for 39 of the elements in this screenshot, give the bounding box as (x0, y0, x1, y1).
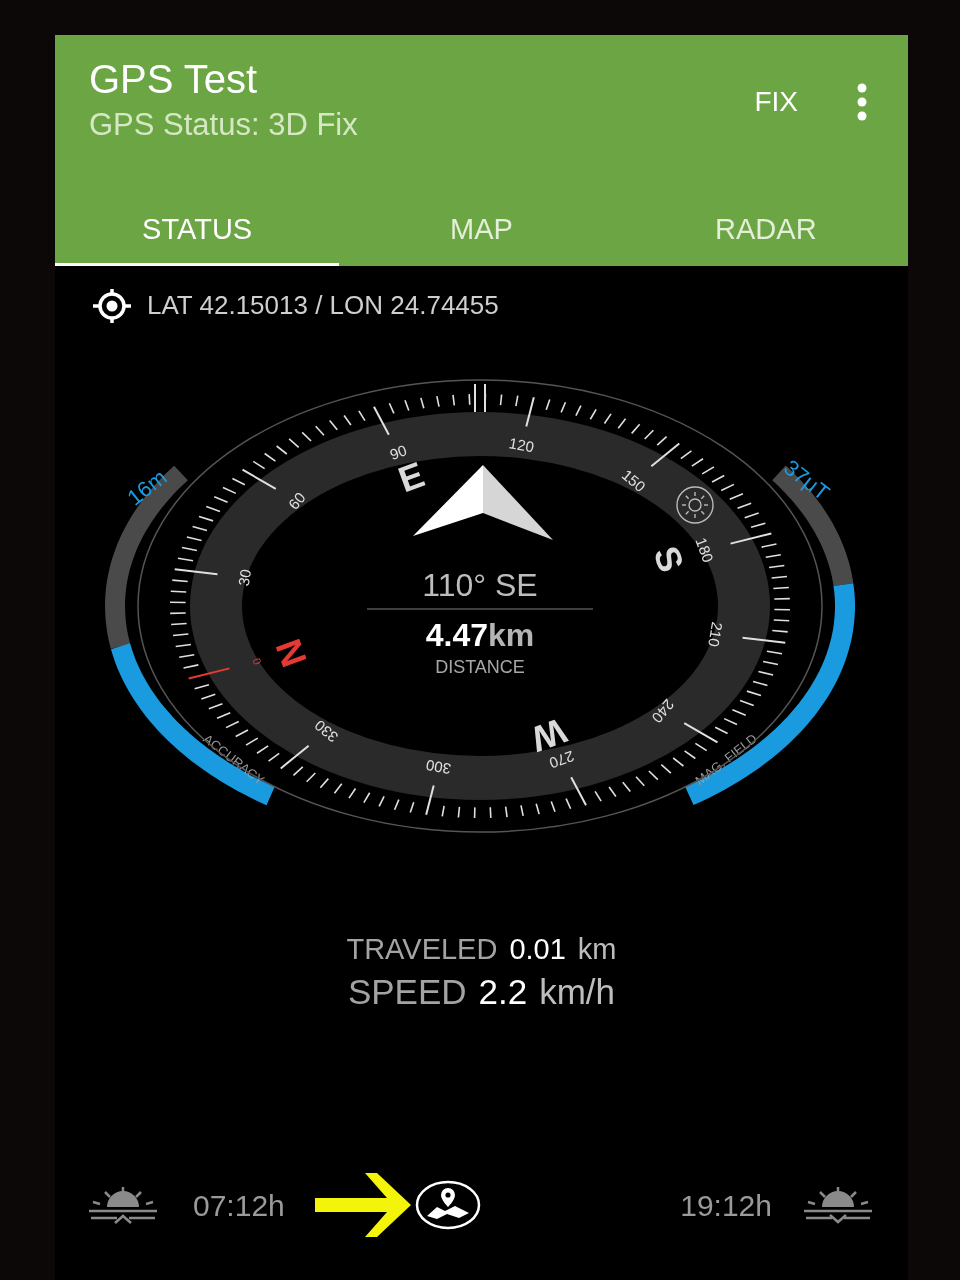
heading-reading: 110° SE (422, 567, 538, 603)
cardinal-letter: N (267, 633, 315, 673)
degree-label: 180 (692, 535, 718, 565)
degree-label: 300 (424, 756, 453, 778)
degree-label: 120 (507, 434, 536, 456)
degree-label: 30 (234, 567, 255, 588)
stat-label: TRAVELED (346, 935, 498, 964)
stat-unit: km (577, 935, 617, 964)
tab[interactable]: RADAR (623, 196, 908, 266)
sunset-icon (802, 1185, 874, 1225)
degree-label: 90 (387, 441, 409, 463)
coordinates: LAT 42.15013 / LON 24.74455 (147, 289, 499, 322)
sunrise-icon (87, 1185, 159, 1225)
degree-label: 150 (618, 466, 649, 496)
stat-unit: km/h (539, 974, 616, 1009)
map-pin-icon[interactable] (414, 1180, 481, 1230)
distance-reading: 4.47km (425, 617, 535, 653)
cardinal-letter: S (645, 540, 693, 578)
stat-value: 0.01 (509, 935, 566, 964)
distance-label: DISTANCE (435, 657, 525, 677)
tab[interactable]: STATUS (55, 196, 340, 266)
app-title: GPS Test (89, 56, 259, 103)
stat-label: SPEED (347, 974, 467, 1009)
location-icon (91, 288, 133, 323)
accuracy-reading: 16m (122, 464, 172, 511)
more-icon[interactable] (856, 83, 868, 121)
sunset-time: 19:12h (680, 1187, 772, 1224)
degree-label: 60 (284, 488, 309, 513)
sun-icon (676, 486, 714, 524)
gps-status: GPS Status: 3D Fix (89, 106, 359, 144)
degree-label: 0 (249, 656, 264, 667)
fix-button[interactable]: FIX (754, 81, 798, 123)
tab[interactable]: MAP (339, 196, 624, 266)
degree-label: 330 (311, 716, 342, 746)
stat-value: 2.2 (478, 974, 528, 1009)
degree-label: 240 (648, 696, 678, 727)
sunrise-time: 07:12h (193, 1187, 285, 1224)
degree-label: 210 (705, 620, 727, 649)
degree-label: 270 (547, 747, 577, 773)
